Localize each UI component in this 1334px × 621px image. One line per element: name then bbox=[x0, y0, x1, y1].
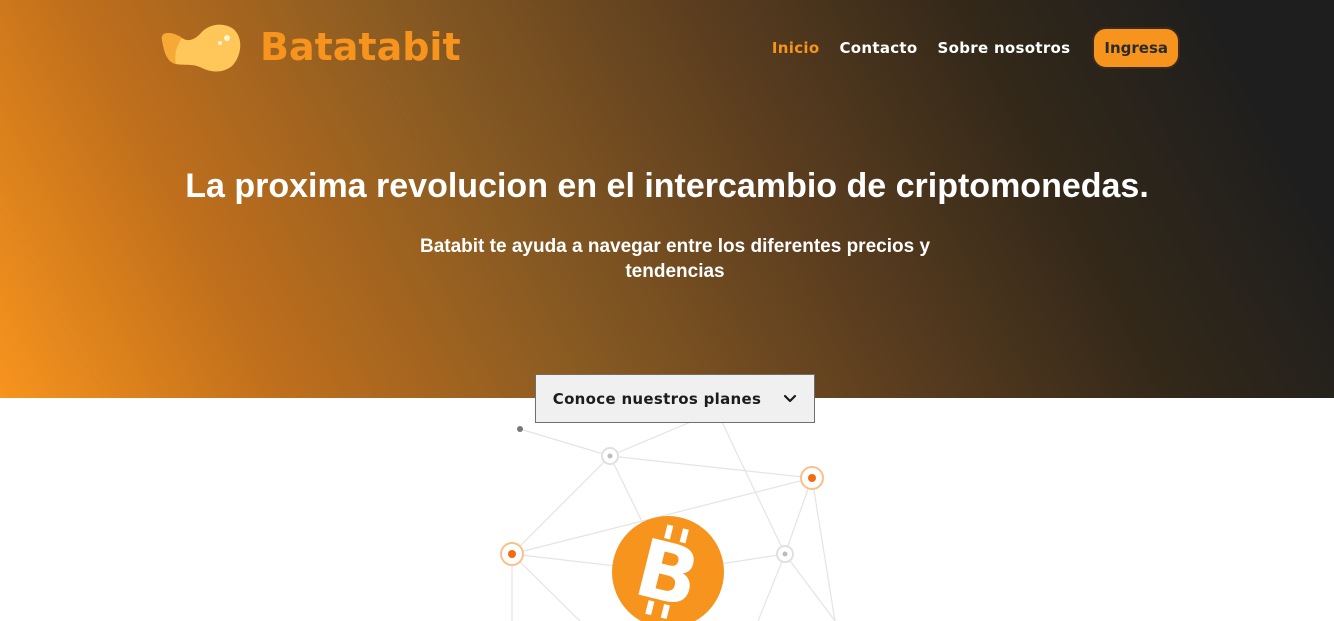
brand-logo[interactable]: Batatabit bbox=[158, 20, 461, 74]
hero-subtitle: Batabit te ayuda a navegar entre los dif… bbox=[419, 236, 931, 282]
main-navigation: Inicio Contacto Sobre nosotros Ingresa bbox=[752, 27, 1180, 69]
hero-title: La proxima revolucion en el intercambio … bbox=[185, 167, 1149, 205]
nav-link-sobre-nosotros[interactable]: Sobre nosotros bbox=[938, 39, 1071, 57]
nav-link-inicio[interactable]: Inicio bbox=[772, 39, 820, 57]
nav-link-contacto[interactable]: Contacto bbox=[839, 39, 917, 57]
bitcoin-network-icon: B bbox=[500, 417, 836, 621]
brand-name: Batatabit bbox=[260, 25, 461, 69]
potato-chip-logo-icon bbox=[161, 24, 241, 72]
bitcoin-icon: B bbox=[612, 516, 724, 621]
chevron-down-icon bbox=[784, 394, 797, 402]
plans-dropdown-button[interactable]: Conoce nuestros planes bbox=[535, 374, 815, 423]
login-button[interactable]: Ingresa bbox=[1092, 27, 1180, 69]
plans-button-label: Conoce nuestros planes bbox=[552, 389, 762, 408]
